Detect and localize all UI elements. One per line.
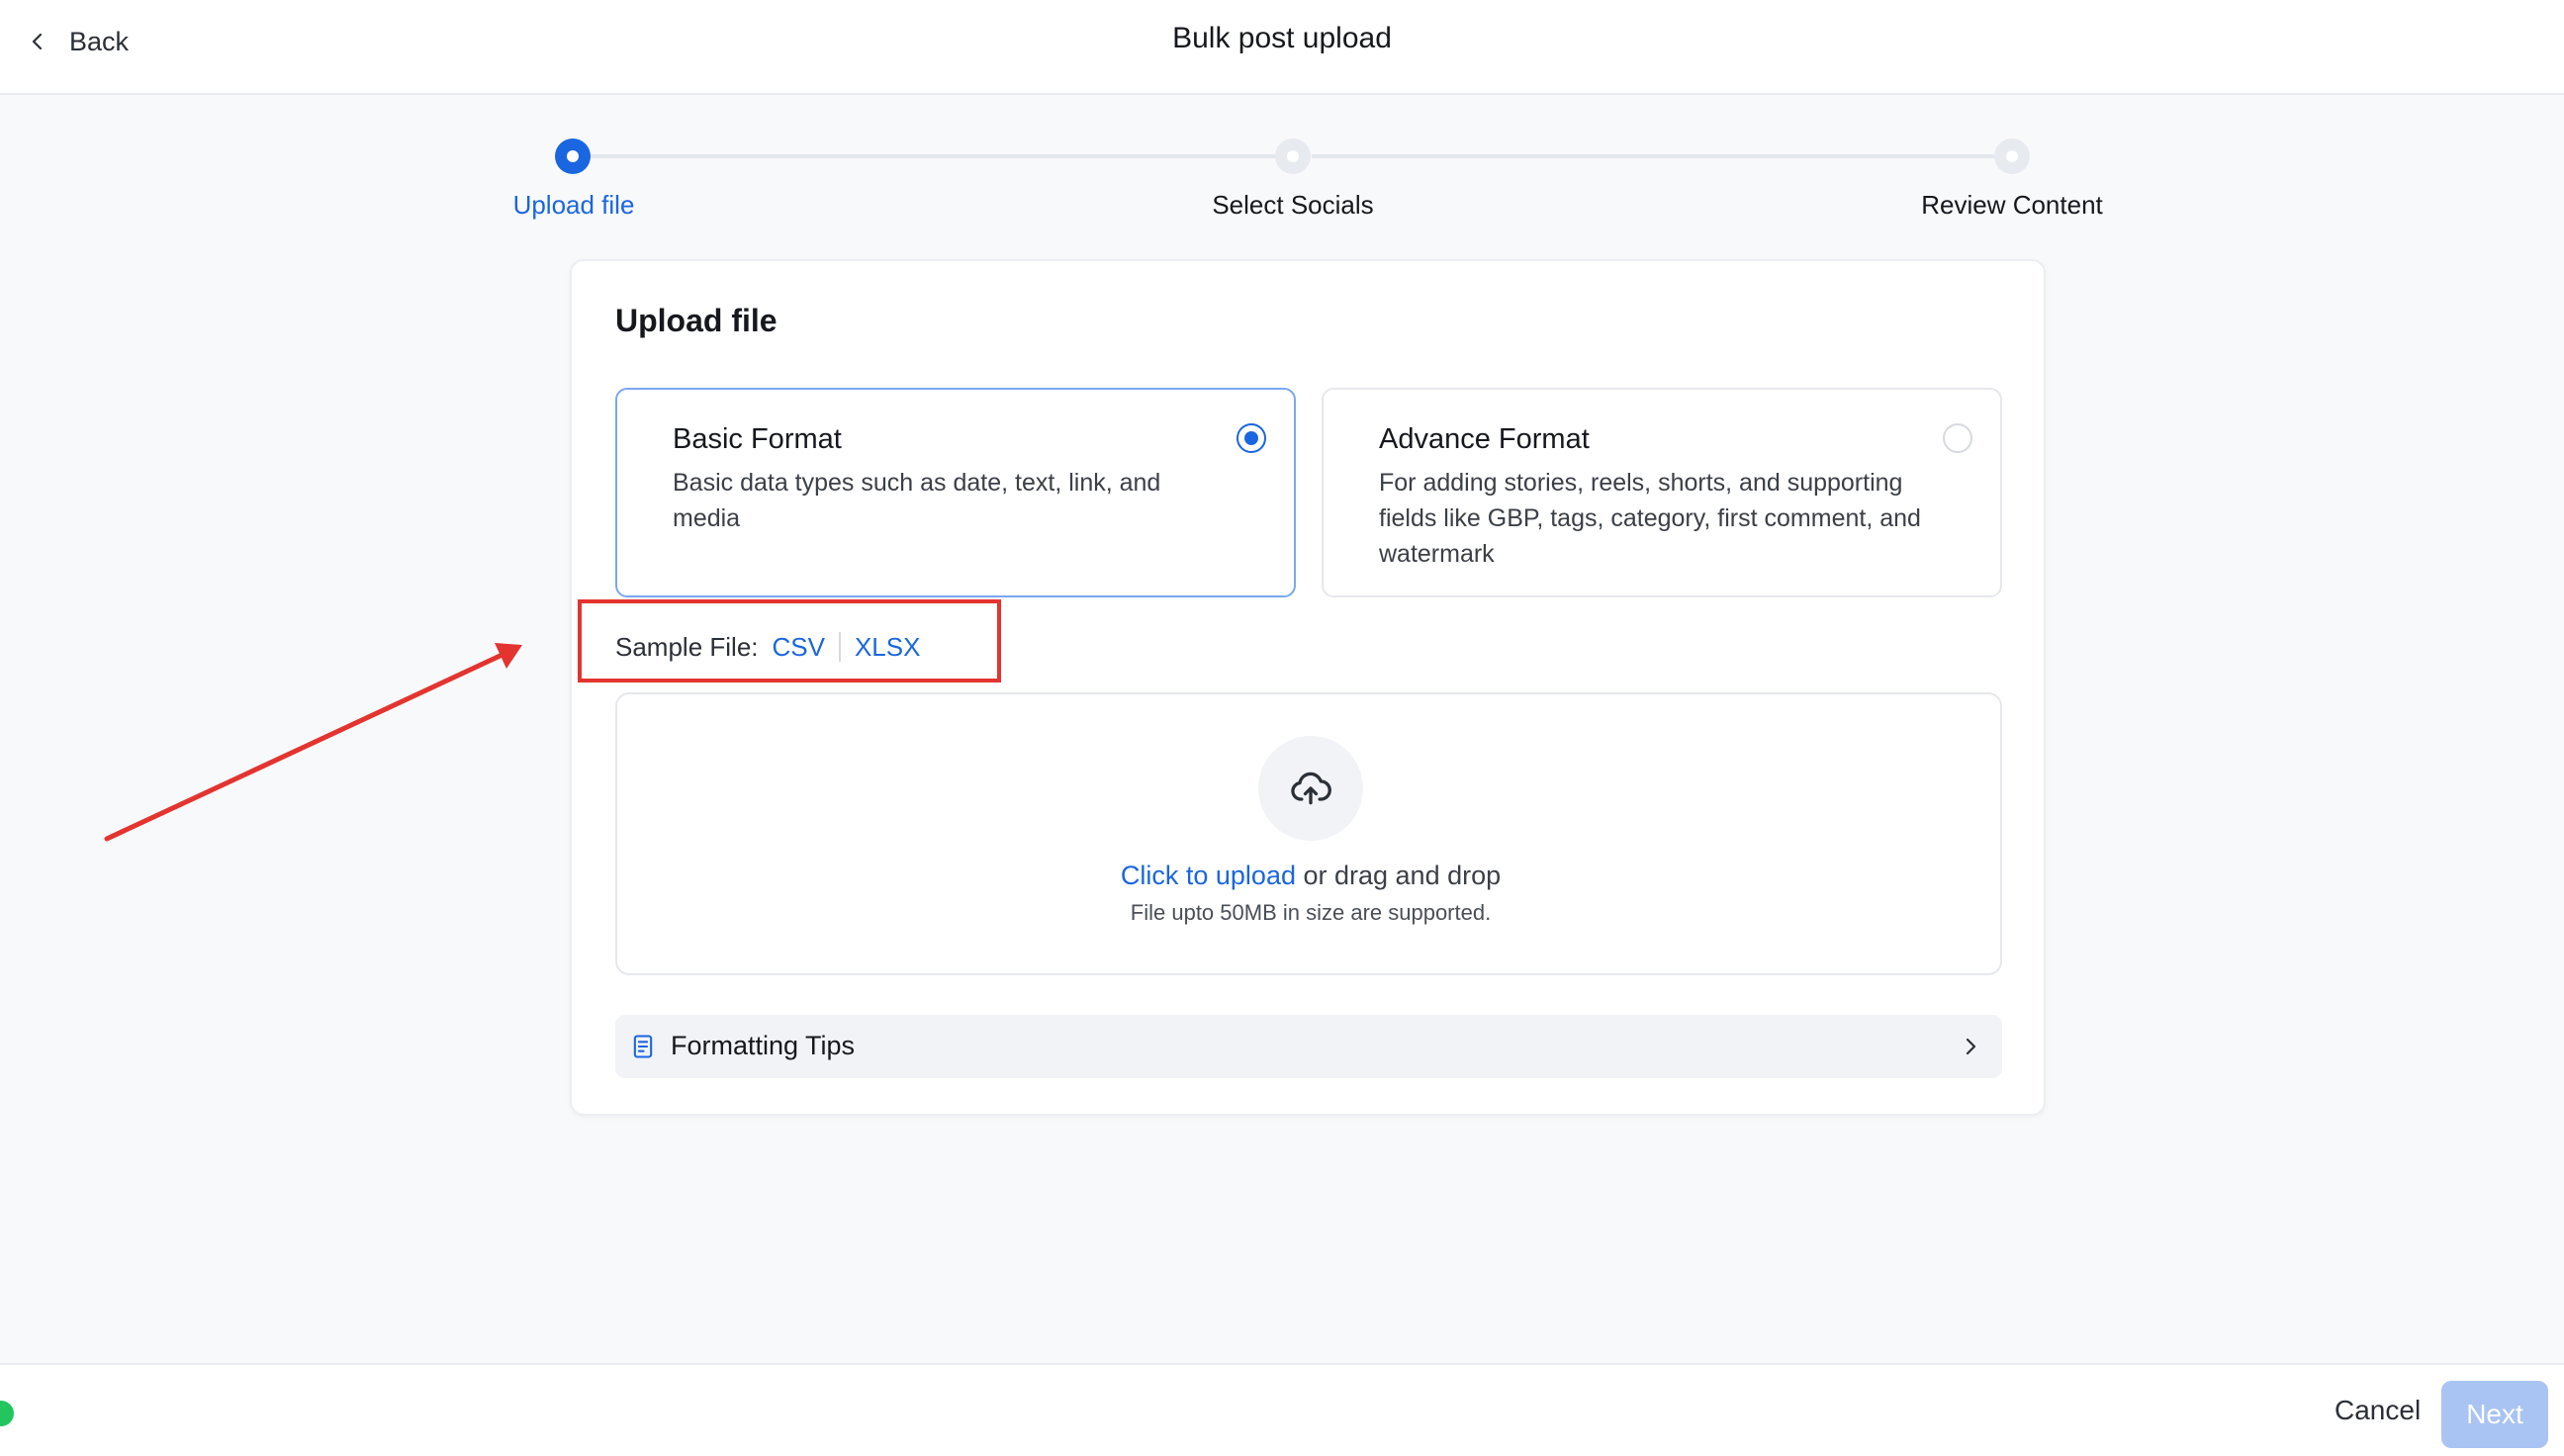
- top-bar: Back Bulk post upload: [0, 0, 2564, 95]
- step-label-upload-file: Upload file: [512, 190, 635, 220]
- advance-format-radio[interactable]: [1943, 423, 1972, 453]
- cloud-upload-icon: [1291, 772, 1331, 805]
- bottom-bar: Cancel Next: [0, 1363, 2564, 1456]
- click-to-upload-link[interactable]: Click to upload: [1121, 861, 1296, 890]
- step-indicator-upload-file: [555, 138, 591, 174]
- stepper-line: [590, 154, 1294, 158]
- status-indicator: [0, 1401, 14, 1426]
- advance-format-name: Advance Format: [1379, 423, 1590, 455]
- advance-format-description: For adding stories, reels, shorts, and s…: [1379, 469, 1921, 568]
- advance-format-option[interactable]: Advance Format For adding stories, reels…: [1322, 388, 2002, 597]
- stepper-line: [1312, 154, 2012, 158]
- card-title: Upload file: [615, 303, 778, 338]
- next-button[interactable]: Next: [2441, 1381, 2548, 1448]
- progress-stepper: Upload file Select Socials Review Conten…: [0, 129, 2564, 228]
- upload-size-note: File upto 50MB in size are supported.: [1130, 900, 1492, 925]
- step-indicator-select-socials: [1275, 138, 1311, 174]
- basic-format-radio[interactable]: [1236, 423, 1266, 453]
- cancel-button[interactable]: Cancel: [2335, 1395, 2421, 1426]
- basic-format-name: Basic Format: [673, 423, 842, 455]
- page-title: Bulk post upload: [1172, 22, 1392, 54]
- step-label-review-content: Review Content: [1921, 190, 2103, 220]
- file-dropzone[interactable]: Click to upload or drag and drop File up…: [615, 692, 2002, 975]
- upload-instruction: Click to upload or drag and drop: [617, 861, 2004, 891]
- upload-icon-wrapper: [1258, 736, 1363, 841]
- annotation-highlight-box: [578, 599, 1001, 682]
- formatting-tips-label: Formatting Tips: [671, 1031, 856, 1060]
- upload-card: Upload file Basic Format Basic data type…: [570, 259, 2046, 1116]
- chevron-right-icon: [1966, 1038, 1976, 1055]
- drag-drop-text: or drag and drop: [1295, 861, 1502, 890]
- formatting-tips-row[interactable]: Formatting Tips: [615, 1015, 2002, 1078]
- document-icon: [633, 1035, 653, 1058]
- step-label-select-socials: Select Socials: [1212, 190, 1374, 220]
- basic-format-option[interactable]: Basic Format Basic data types such as da…: [615, 388, 1296, 597]
- step-indicator-review-content: [1994, 138, 2030, 174]
- basic-format-description: Basic data types such as date, text, lin…: [673, 469, 1161, 532]
